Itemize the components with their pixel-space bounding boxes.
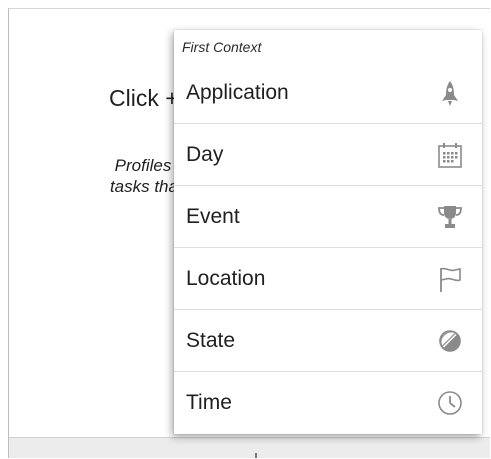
menu-title: First Context (182, 39, 262, 55)
half-circle-icon (436, 327, 464, 355)
menu-item-day[interactable]: Day (174, 124, 482, 186)
menu-item-location[interactable]: Location (174, 248, 482, 310)
menu-item-application[interactable]: Application (174, 62, 482, 124)
calendar-icon (436, 141, 464, 169)
context-menu: First Context Application Day Event Loca… (174, 30, 482, 434)
menu-item-label: Application (186, 80, 289, 104)
background-heading: Click + (109, 85, 179, 111)
flag-icon (436, 265, 464, 293)
bottom-bar (9, 437, 490, 458)
menu-item-event[interactable]: Event (174, 186, 482, 248)
bottom-bar-center-icon[interactable] (255, 453, 257, 458)
rocket-icon (436, 79, 464, 107)
menu-item-label: Location (186, 266, 266, 290)
menu-item-label: Day (186, 142, 224, 166)
clock-icon (436, 389, 464, 417)
trophy-icon (436, 203, 464, 231)
menu-item-label: Event (186, 204, 240, 228)
menu-item-state[interactable]: State (174, 310, 482, 372)
menu-item-time[interactable]: Time (174, 372, 482, 434)
menu-item-label: Time (186, 391, 232, 414)
menu-item-label: State (186, 328, 236, 352)
